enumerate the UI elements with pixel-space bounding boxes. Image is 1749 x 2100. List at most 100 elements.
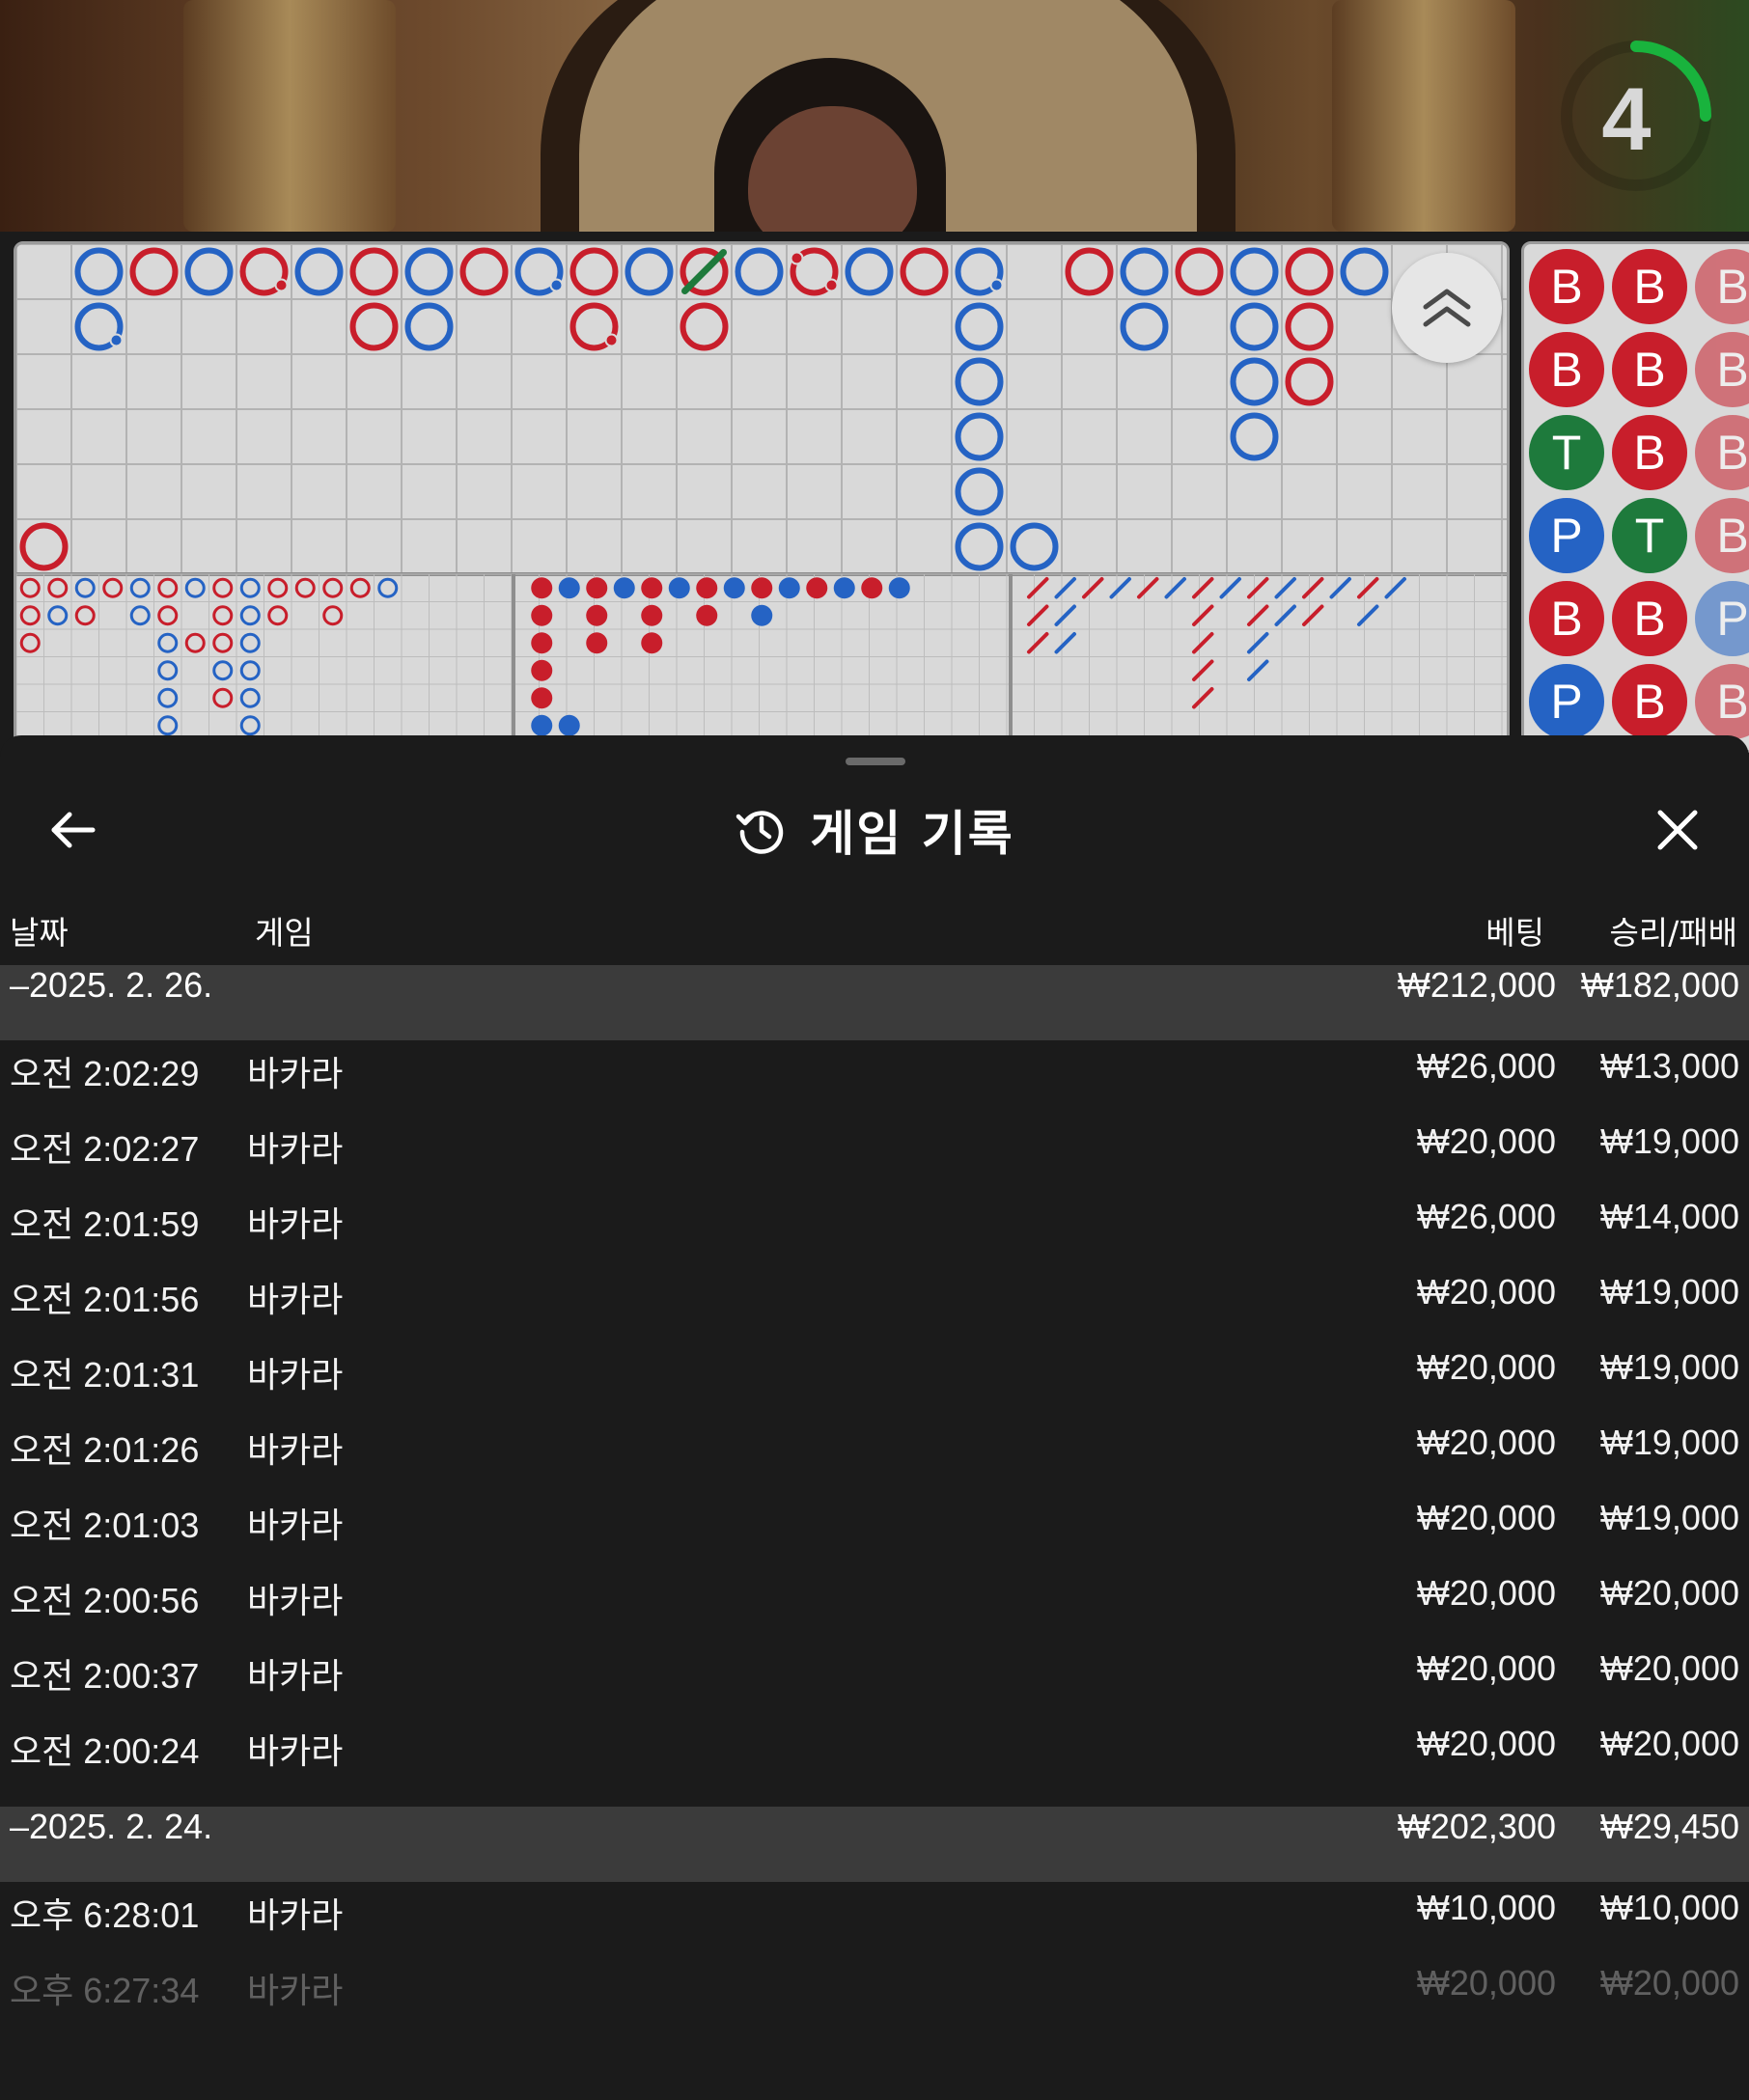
small-road-mark xyxy=(806,577,828,599)
drag-handle[interactable] xyxy=(846,758,905,765)
bead-grid: B B BB B BT B BP T BB B PP B B xyxy=(1529,249,1749,739)
big-road-mark xyxy=(1285,247,1334,296)
round-time: 오전 2:01:59 xyxy=(10,1204,200,1244)
round-bet: ₩20,000 xyxy=(1416,1648,1556,1688)
cockroach-mark xyxy=(1082,577,1104,599)
bead-label: B xyxy=(1716,675,1748,729)
column-header-game: 게임 xyxy=(255,914,314,952)
history-row[interactable]: 오전 2:01:56 바카라 ₩20,000 ₩19,000 xyxy=(0,1272,1749,1347)
history-icon xyxy=(736,811,784,854)
collapse-roads-button[interactable] xyxy=(1392,253,1502,363)
date-group-header[interactable]: –2025. 2. 24. ₩202,300 ₩29,450 xyxy=(0,1807,1749,1882)
small-road-mark xyxy=(751,604,773,626)
big-road-mark xyxy=(294,247,344,296)
round-time: 오전 2:00:24 xyxy=(10,1731,200,1771)
big-eye-mark xyxy=(377,577,399,598)
group-date: –2025. 2. 24. xyxy=(10,1807,213,1846)
big-road-mark xyxy=(1120,302,1169,351)
game-history-sheet: 게임 기록 날짜 게임 베팅 승리/패배 –2025. 2. 26. ₩212,… xyxy=(0,735,1749,2100)
big-eye-mark xyxy=(47,605,69,626)
small-road-mark xyxy=(696,577,718,599)
small-road-mark xyxy=(861,577,883,599)
big-road-mark xyxy=(129,247,179,296)
big-eye-mark xyxy=(47,577,69,598)
big-road-mark xyxy=(955,412,1004,461)
date-group-header[interactable]: –2025. 2. 26. ₩212,000 ₩182,000 xyxy=(0,965,1749,1040)
group-win-total: ₩182,000 xyxy=(1580,965,1739,1005)
cockroach-mark xyxy=(1027,632,1049,654)
big-road-mark xyxy=(569,247,619,296)
small-road-mark xyxy=(558,714,580,736)
close-button[interactable] xyxy=(1641,795,1714,865)
round-game: 바카라 xyxy=(247,1281,344,1320)
round-bet: ₩20,000 xyxy=(1416,1121,1556,1161)
big-road-mark xyxy=(900,247,949,296)
bead-label: T xyxy=(1552,426,1582,480)
big-eye-mark xyxy=(212,687,234,708)
small-road-mark xyxy=(531,577,553,599)
round-game: 바카라 xyxy=(247,1356,344,1395)
round-bet: ₩26,000 xyxy=(1416,1197,1556,1236)
history-row[interactable]: 오전 2:01:26 바카라 ₩20,000 ₩19,000 xyxy=(0,1423,1749,1498)
small-road-mark xyxy=(723,577,745,599)
big-road-mark xyxy=(1175,247,1224,296)
round-time: 오전 2:02:27 xyxy=(10,1129,200,1169)
round-win: ₩19,000 xyxy=(1599,1423,1739,1462)
small-road-mark xyxy=(586,604,608,626)
pair-dot xyxy=(989,278,1004,292)
history-row[interactable]: 오전 2:01:59 바카라 ₩26,000 ₩14,000 xyxy=(0,1197,1749,1272)
bead-player: P xyxy=(1529,664,1604,739)
history-row[interactable]: 오전 2:00:24 바카라 ₩20,000 ₩20,000 xyxy=(0,1724,1749,1799)
group-bet-total: ₩212,000 xyxy=(1397,965,1556,1005)
round-time: 오후 6:28:01 xyxy=(10,1895,200,1935)
round-win: ₩19,000 xyxy=(1599,1498,1739,1537)
history-row[interactable]: 오전 2:02:27 바카라 ₩20,000 ₩19,000 xyxy=(0,1121,1749,1197)
cockroach-mark xyxy=(1329,577,1351,599)
history-row[interactable]: 오전 2:02:29 바카라 ₩26,000 ₩13,000 xyxy=(0,1046,1749,1121)
big-road-mark xyxy=(74,247,124,296)
history-row[interactable]: 오전 2:00:37 바카라 ₩20,000 ₩20,000 xyxy=(0,1648,1749,1724)
small-road-mark xyxy=(586,632,608,654)
cockroach-mark xyxy=(1054,604,1076,626)
cockroach-mark xyxy=(1192,632,1214,654)
round-win: ₩20,000 xyxy=(1599,1724,1739,1763)
round-time: 오전 2:00:56 xyxy=(10,1581,200,1620)
cockroach-mark xyxy=(1027,604,1049,626)
big-road-mark xyxy=(955,467,1004,516)
cockroach-mark xyxy=(1357,604,1379,626)
small-road-mark xyxy=(531,632,553,654)
history-row[interactable]: 오후 6:28:01 바카라 ₩10,000 ₩10,000 xyxy=(0,1888,1749,1963)
big-road-mark xyxy=(1230,412,1279,461)
pair-dot xyxy=(790,251,804,265)
scoreboard-roads[interactable] xyxy=(14,241,1510,753)
small-road-mark xyxy=(613,577,635,599)
bead-player: P xyxy=(1529,498,1604,573)
bead-plate[interactable]: BBBBBBTBBPTBBBPPBB xyxy=(1521,241,1749,753)
bead-banker: B xyxy=(1529,581,1604,656)
bead-label: B xyxy=(1633,592,1665,646)
bead-label: B xyxy=(1633,260,1665,314)
history-row[interactable]: 오전 2:01:03 바카라 ₩20,000 ₩19,000 xyxy=(0,1498,1749,1573)
pair-dot xyxy=(824,278,839,292)
column-header-date: 날짜 xyxy=(10,914,69,952)
big-eye-mark xyxy=(157,577,179,598)
big-eye-mark xyxy=(212,632,234,653)
cockroach-mark xyxy=(1192,687,1214,709)
round-win: ₩14,000 xyxy=(1599,1197,1739,1236)
round-game: 바카라 xyxy=(247,1205,344,1245)
round-win: ₩20,000 xyxy=(1599,1648,1739,1688)
history-row[interactable]: 오후 6:27:34 바카라 ₩20,000 ₩20,000 xyxy=(0,1963,1749,2038)
big-eye-mark xyxy=(349,577,371,598)
background-pillar xyxy=(183,0,396,232)
small-road-mark xyxy=(586,577,608,599)
big-road-mark xyxy=(404,247,454,296)
big-eye-mark xyxy=(322,577,344,598)
big-road-mark xyxy=(845,247,894,296)
big-road-mark xyxy=(1230,302,1279,351)
history-row[interactable]: 오전 2:00:56 바카라 ₩20,000 ₩20,000 xyxy=(0,1573,1749,1648)
history-row[interactable]: 오전 2:01:31 바카라 ₩20,000 ₩19,000 xyxy=(0,1347,1749,1423)
round-time: 오전 2:01:26 xyxy=(10,1430,200,1470)
bead-banker: B xyxy=(1612,581,1687,656)
bead-label: B xyxy=(1633,426,1665,480)
bead-label: P xyxy=(1716,592,1748,646)
